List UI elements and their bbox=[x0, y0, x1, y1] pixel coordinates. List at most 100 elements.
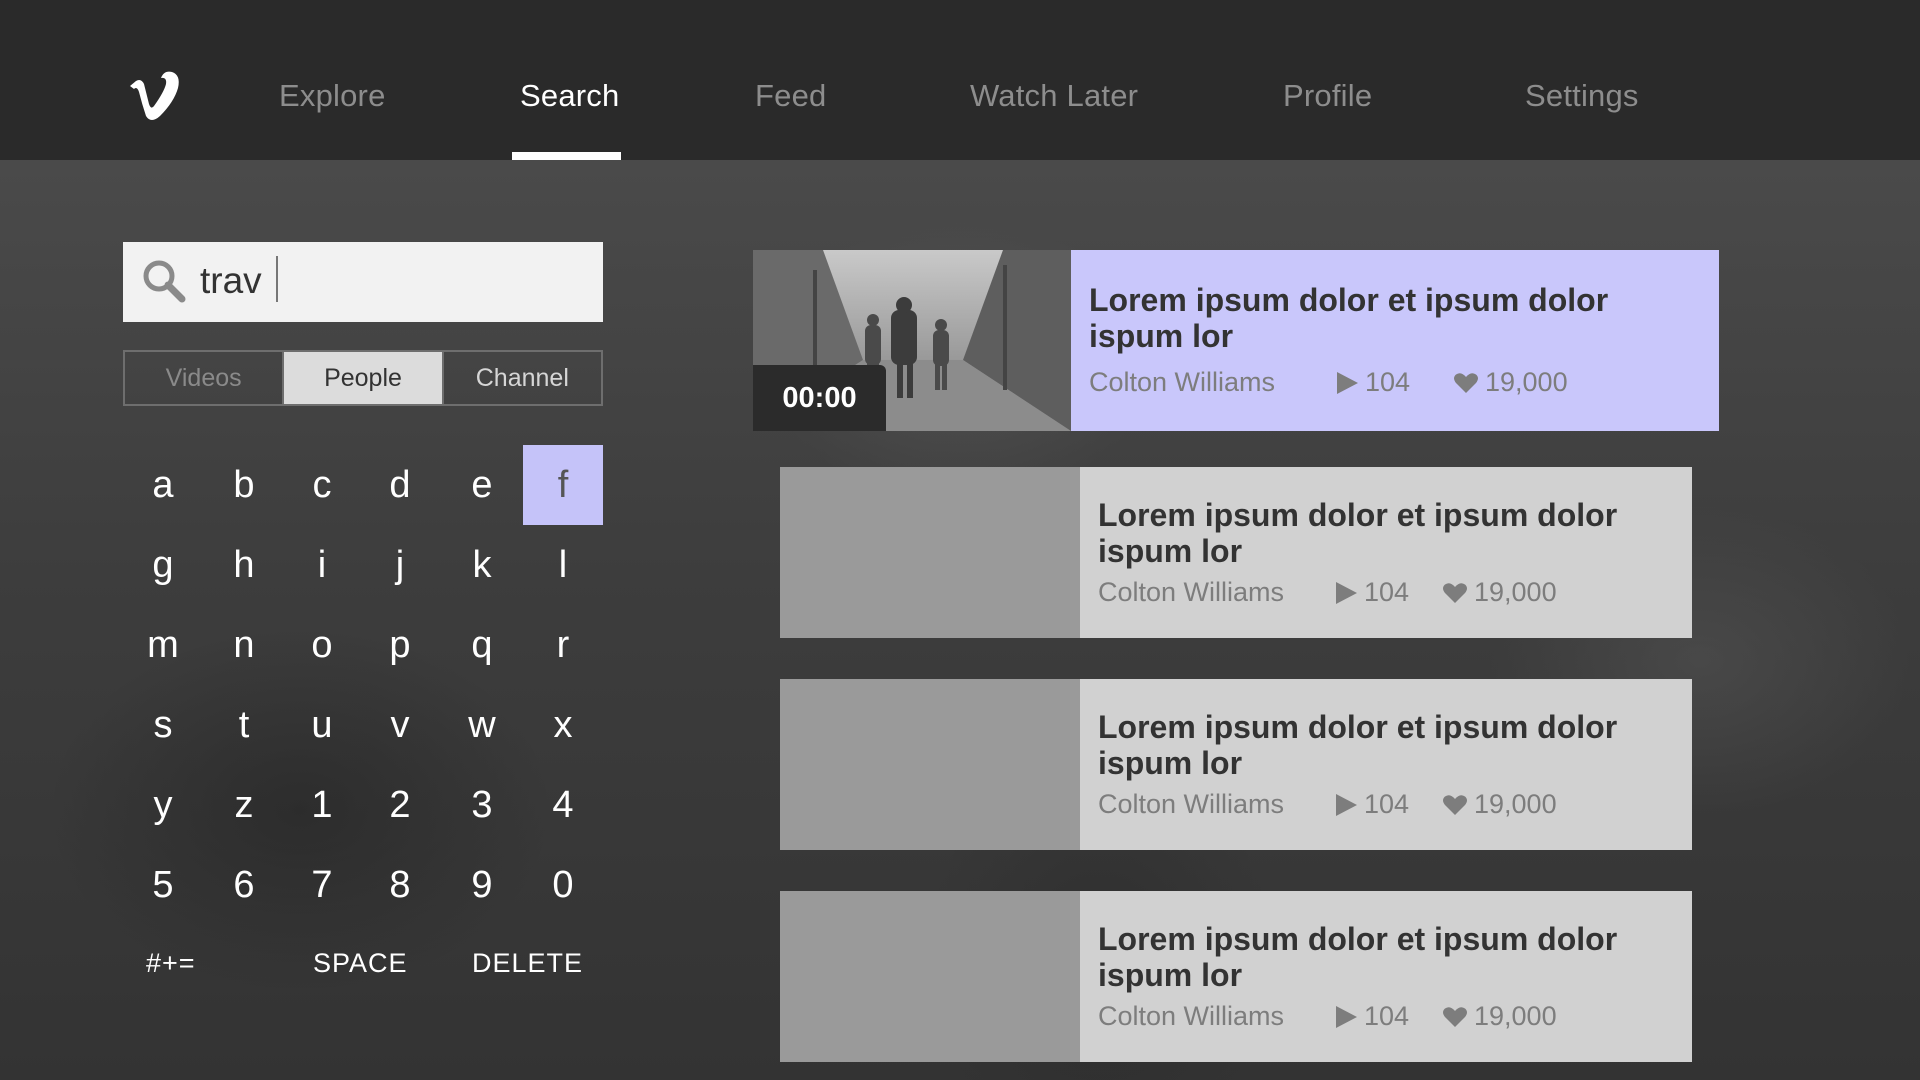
nav-feed[interactable]: Feed bbox=[755, 78, 826, 114]
likes-value: 19,000 bbox=[1474, 577, 1557, 607]
key-0[interactable]: 0 bbox=[523, 845, 603, 925]
key-m[interactable]: m bbox=[123, 605, 203, 685]
like-count: 19,000 bbox=[1453, 367, 1568, 398]
plays-value: 104 bbox=[1364, 789, 1410, 819]
nav-profile[interactable]: Profile bbox=[1283, 78, 1372, 114]
key-7[interactable]: 7 bbox=[282, 845, 362, 925]
card-info: Lorem ipsum dolor et ipsum dolor ispum l… bbox=[1071, 250, 1719, 431]
author-name: Colton Williams bbox=[1089, 367, 1276, 397]
key-d[interactable]: d bbox=[360, 445, 440, 525]
video-title: Lorem ipsum dolor et ipsum dolor ispum l… bbox=[1089, 282, 1609, 354]
key-c[interactable]: c bbox=[282, 445, 362, 525]
key-l[interactable]: l bbox=[523, 525, 603, 605]
card-info: Lorem ipsum dolor et ipsum dolor ispum l… bbox=[1080, 891, 1692, 1062]
key-8[interactable]: 8 bbox=[360, 845, 440, 925]
result-card[interactable]: 00:00 Lorem ipsum dolor et ipsum dolor i… bbox=[753, 250, 1719, 431]
play-count: 104 bbox=[1335, 367, 1453, 398]
key-z[interactable]: z bbox=[204, 765, 284, 845]
likes-value: 19,000 bbox=[1485, 367, 1568, 397]
plays-value: 104 bbox=[1364, 577, 1410, 607]
key-j[interactable]: j bbox=[360, 525, 440, 605]
space-key[interactable]: SPACE bbox=[313, 948, 408, 979]
result-card[interactable]: Lorem ipsum dolor et ipsum dolor ispum l… bbox=[780, 467, 1692, 638]
card-info: Lorem ipsum dolor et ipsum dolor ispum l… bbox=[1080, 467, 1692, 638]
likes-value: 19,000 bbox=[1474, 1001, 1557, 1031]
heart-icon bbox=[1454, 372, 1478, 393]
key-r[interactable]: r bbox=[523, 605, 603, 685]
key-5[interactable]: 5 bbox=[123, 845, 203, 925]
author-name: Colton Williams bbox=[1098, 1001, 1285, 1031]
key-i[interactable]: i bbox=[282, 525, 362, 605]
result-card[interactable]: Lorem ipsum dolor et ipsum dolor ispum l… bbox=[780, 679, 1692, 850]
play-count: 104 bbox=[1334, 789, 1442, 820]
vimeo-logo-icon bbox=[130, 71, 179, 120]
key-v[interactable]: v bbox=[360, 685, 440, 765]
author-name: Colton Williams bbox=[1098, 577, 1285, 607]
symbols-key[interactable]: #+= bbox=[146, 948, 196, 979]
play-icon bbox=[1336, 581, 1357, 604]
search-icon bbox=[143, 260, 186, 303]
search-filter-segmented: Videos People Channel bbox=[123, 350, 603, 406]
key-h[interactable]: h bbox=[204, 525, 284, 605]
key-2[interactable]: 2 bbox=[360, 765, 440, 845]
video-meta: Colton Williams 104 19,000 bbox=[1098, 577, 1557, 608]
like-count: 19,000 bbox=[1442, 1001, 1557, 1032]
key-3[interactable]: 3 bbox=[442, 765, 522, 845]
video-meta: Colton Williams 104 19,000 bbox=[1098, 789, 1557, 820]
key-p[interactable]: p bbox=[360, 605, 440, 685]
plays-value: 104 bbox=[1364, 1001, 1410, 1031]
key-1[interactable]: 1 bbox=[282, 765, 362, 845]
heart-icon bbox=[1443, 794, 1467, 815]
plays-value: 104 bbox=[1365, 367, 1411, 397]
on-screen-keyboard: abcdef ghijkl mnopqr stuvwx yz1234 567890 bbox=[123, 445, 603, 925]
search-query: trav bbox=[200, 260, 262, 301]
nav-search[interactable]: Search bbox=[520, 78, 619, 114]
delete-key[interactable]: DELETE bbox=[472, 948, 583, 979]
top-navbar: Explore Search Feed Watch Later Profile … bbox=[0, 0, 1920, 160]
key-k[interactable]: k bbox=[442, 525, 522, 605]
key-6[interactable]: 6 bbox=[204, 845, 284, 925]
filter-people[interactable]: People bbox=[284, 352, 444, 404]
key-q[interactable]: q bbox=[442, 605, 522, 685]
like-count: 19,000 bbox=[1442, 789, 1557, 820]
key-s[interactable]: s bbox=[123, 685, 203, 765]
card-info: Lorem ipsum dolor et ipsum dolor ispum l… bbox=[1080, 679, 1692, 850]
key-o[interactable]: o bbox=[282, 605, 362, 685]
result-card[interactable]: Lorem ipsum dolor et ipsum dolor ispum l… bbox=[780, 891, 1692, 1062]
key-w[interactable]: w bbox=[442, 685, 522, 765]
key-g[interactable]: g bbox=[123, 525, 203, 605]
video-thumbnail: 00:00 bbox=[753, 250, 1071, 431]
play-icon bbox=[1336, 1005, 1357, 1028]
play-icon bbox=[1337, 371, 1358, 394]
text-caret bbox=[276, 256, 278, 302]
video-title: Lorem ipsum dolor et ipsum dolor ispum l… bbox=[1098, 921, 1618, 993]
key-n[interactable]: n bbox=[204, 605, 284, 685]
filter-videos[interactable]: Videos bbox=[125, 352, 285, 404]
key-4[interactable]: 4 bbox=[523, 765, 603, 845]
key-b[interactable]: b bbox=[204, 445, 284, 525]
play-icon bbox=[1336, 793, 1357, 816]
key-a[interactable]: a bbox=[123, 445, 203, 525]
filter-channel[interactable]: Channel bbox=[444, 352, 601, 404]
video-thumbnail bbox=[780, 467, 1080, 638]
key-e[interactable]: e bbox=[442, 445, 522, 525]
likes-value: 19,000 bbox=[1474, 789, 1557, 819]
video-thumbnail bbox=[780, 679, 1080, 850]
nav-explore[interactable]: Explore bbox=[279, 78, 386, 114]
play-count: 104 bbox=[1334, 577, 1442, 608]
video-duration: 00:00 bbox=[753, 365, 886, 431]
search-input[interactable]: trav bbox=[123, 242, 603, 322]
key-y[interactable]: y bbox=[123, 765, 203, 845]
key-9[interactable]: 9 bbox=[442, 845, 522, 925]
like-count: 19,000 bbox=[1442, 577, 1557, 608]
nav-watch-later[interactable]: Watch Later bbox=[970, 78, 1138, 114]
key-u[interactable]: u bbox=[282, 685, 362, 765]
key-t[interactable]: t bbox=[204, 685, 284, 765]
key-f[interactable]: f bbox=[523, 445, 603, 525]
active-tab-indicator bbox=[512, 152, 621, 160]
key-x[interactable]: x bbox=[523, 685, 603, 765]
play-count: 104 bbox=[1334, 1001, 1442, 1032]
heart-icon bbox=[1443, 582, 1467, 603]
nav-settings[interactable]: Settings bbox=[1525, 78, 1639, 114]
video-title: Lorem ipsum dolor et ipsum dolor ispum l… bbox=[1098, 709, 1618, 781]
